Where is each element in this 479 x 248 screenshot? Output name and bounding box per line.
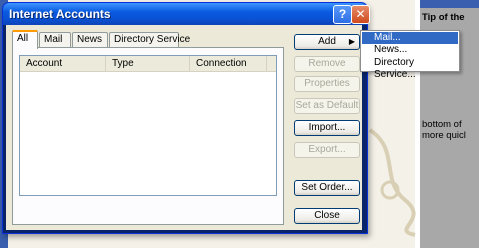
submenu-arrow-icon: ▶ — [348, 37, 355, 46]
help-button[interactable]: ? — [333, 5, 352, 24]
internet-accounts-dialog: Internet Accounts ? ✕ All Mail News Dire… — [2, 2, 370, 234]
tip-line: bottom of — [422, 119, 462, 130]
tip-heading: Tip of the — [422, 12, 465, 23]
set-order-button[interactable]: Set Order... — [294, 180, 360, 196]
menu-item-mail[interactable]: Mail... — [362, 32, 458, 44]
export-button[interactable]: Export... — [294, 142, 360, 158]
tip-line: more quicl — [422, 130, 466, 141]
properties-button[interactable]: Properties — [294, 76, 360, 92]
tab-directory-service[interactable]: Directory Service — [109, 32, 190, 47]
menu-item-news[interactable]: News... — [362, 44, 458, 56]
close-window-button[interactable]: ✕ — [351, 5, 370, 24]
set-as-default-button[interactable]: Set as Default — [294, 98, 360, 114]
window-title: Internet Accounts — [9, 7, 111, 21]
column-header-type[interactable]: Type — [106, 56, 190, 71]
close-button[interactable]: Close — [294, 208, 360, 224]
background-right-header — [420, 0, 479, 8]
remove-button[interactable]: Remove — [294, 56, 360, 72]
menu-item-directory-service[interactable]: Directory Service... — [362, 57, 458, 80]
tab-panel: Account Type Connection — [12, 47, 284, 225]
title-bar[interactable]: Internet Accounts ? ✕ — [3, 3, 370, 25]
add-button[interactable]: Add ▶ — [294, 34, 360, 50]
column-header-account[interactable]: Account — [20, 56, 106, 71]
tab-all[interactable]: All — [12, 30, 38, 49]
accounts-list[interactable]: Account Type Connection — [19, 55, 277, 196]
dialog-body: All Mail News Directory Service Account … — [6, 25, 362, 230]
add-button-label: Add — [318, 36, 336, 47]
import-button[interactable]: Import... — [294, 120, 360, 136]
list-header: Account Type Connection — [20, 56, 276, 72]
tab-mail[interactable]: Mail — [39, 32, 71, 47]
add-popup-menu: Mail... News... Directory Service... — [360, 30, 460, 80]
tab-news[interactable]: News — [72, 32, 108, 47]
background-decoration — [368, 128, 416, 237]
column-header-connection[interactable]: Connection — [190, 56, 267, 71]
